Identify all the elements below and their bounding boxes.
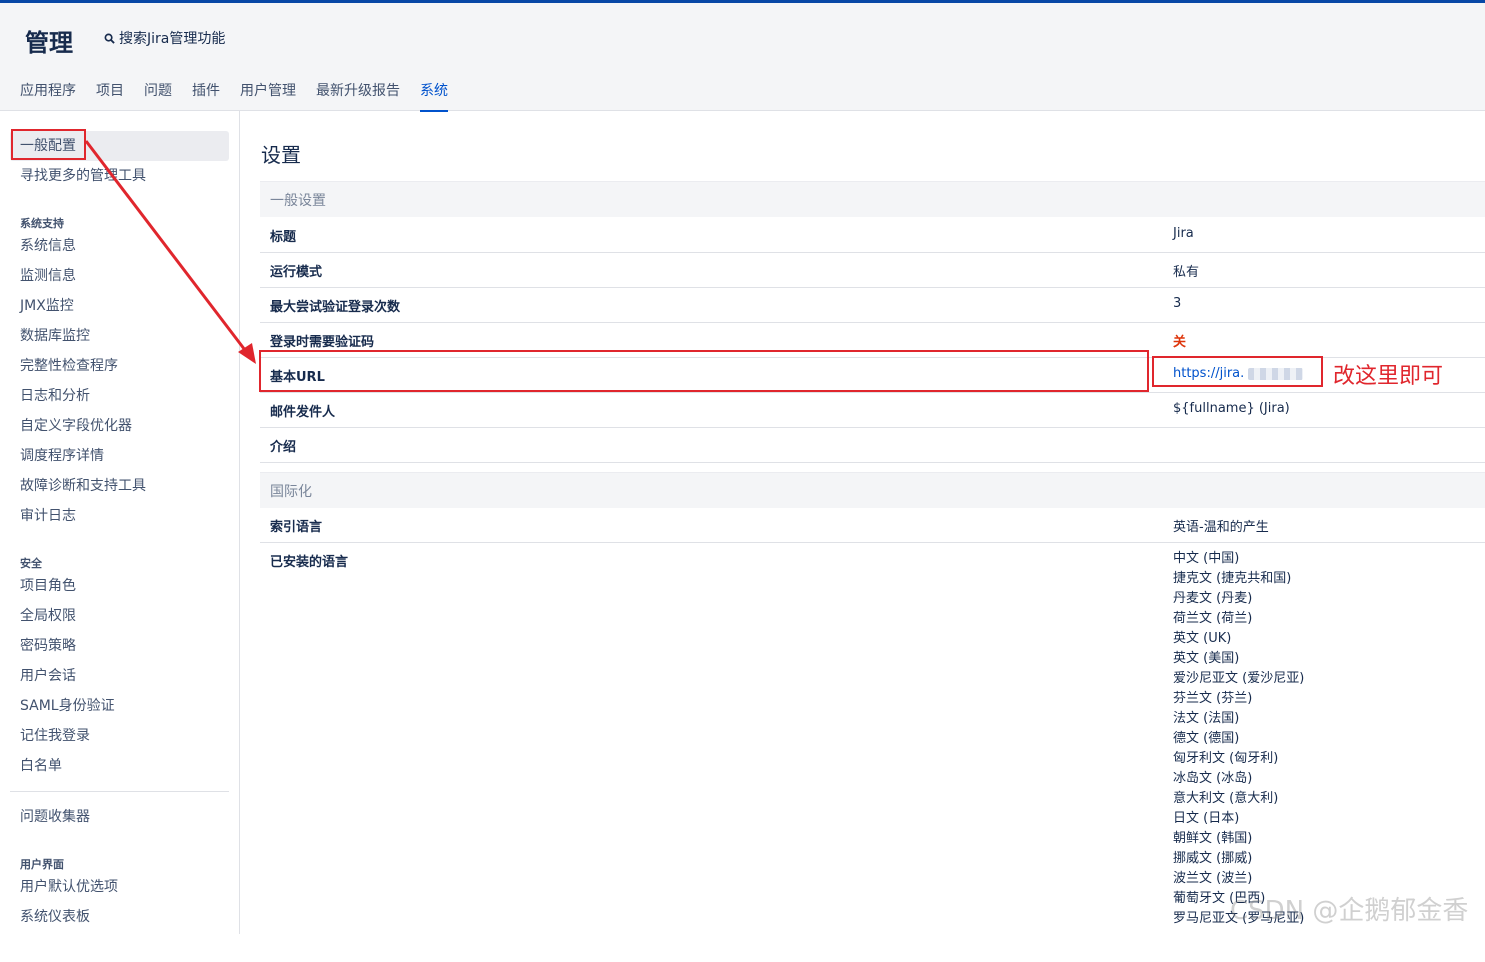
installed-language-list: 中文 (中国) 捷克文 (捷克共和国) 丹麦文 (丹麦) 荷兰文 (荷兰) 英文… [1173,549,1304,929]
row-key: 运行模式 [270,265,323,280]
admin-header: 管理 搜索Jira管理功能 应用程序 项目 问题 插件 用户管理 最新升级报告 … [0,3,1485,112]
page-header-title: 管理 [25,29,73,57]
sidebar-item-find-more-tools[interactable]: 寻找更多的管理工具 [20,167,146,185]
language-item: 爱沙尼亚文 (爱沙尼亚) [1173,671,1305,686]
row-key: 索引语言 [270,520,323,535]
tab-system[interactable]: 系统 [420,82,448,112]
page-title: 设置 [261,143,301,167]
sidebar-item-audit-log[interactable]: 审计日志 [20,507,76,525]
language-item: 匈牙利文 (匈牙利) [1173,751,1279,766]
language-item: 波兰文 (波兰) [1173,871,1253,886]
tab-projects[interactable]: 项目 [96,82,124,112]
language-item: 捷克文 (捷克共和国) [1173,571,1292,586]
language-item: 挪威文 (挪威) [1173,851,1253,866]
annotation-text: 改这里即可 [1333,364,1444,389]
sidebar-heading-user-interface: 用户界面 [20,858,64,871]
language-item: 冰岛文 (冰岛) [1173,771,1253,786]
language-item: 德文 (德国) [1173,731,1240,746]
row-key: 登录时需要验证码 [270,335,375,350]
row-value: 英语-温和的产生 [1173,520,1269,535]
settings-row-mail-from: 邮件发件人 ${fullname} (Jira) [260,392,1485,428]
row-key: 标题 [270,230,297,245]
row-value: Jira [1173,226,1194,241]
section-heading: 一般设置 [270,193,326,209]
sidebar-item-db-monitoring[interactable]: 数据库监控 [20,327,90,345]
sidebar-item-troubleshooting[interactable]: 故障诊断和支持工具 [20,477,146,495]
sidebar-item-system-info[interactable]: 系统信息 [20,237,76,255]
sidebar-item-project-roles[interactable]: 项目角色 [20,577,76,595]
row-key: 介绍 [270,440,297,455]
row-key: 最大尝试验证登录次数 [270,300,401,315]
language-item: 丹麦文 (丹麦) [1173,591,1253,606]
tab-issues[interactable]: 问题 [144,82,172,112]
search-icon [104,33,115,44]
row-key: 邮件发件人 [270,405,336,420]
row-value: ${fullname} (Jira) [1173,401,1290,416]
tab-applications[interactable]: 应用程序 [20,82,76,112]
sidebar-item-password-policy[interactable]: 密码策略 [20,637,76,655]
row-value: 3 [1173,296,1182,311]
sidebar-item-user-sessions[interactable]: 用户会话 [20,667,76,685]
sidebar-item-allowlist[interactable]: 白名单 [20,757,62,775]
language-item: 芬兰文 (芬兰) [1173,691,1253,706]
sidebar-item-user-defaults[interactable]: 用户默认优选项 [20,878,118,896]
row-key: 已安装的语言 [270,555,349,570]
settings-row-introduction: 介绍 [260,427,1485,463]
settings-row-max-login-attempts: 最大尝试验证登录次数 3 [260,287,1485,323]
admin-search[interactable]: 搜索Jira管理功能 [104,28,225,48]
language-item: 英文 (UK) [1173,631,1232,646]
row-value: 关 [1173,335,1187,350]
tab-upgrade-report[interactable]: 最新升级报告 [316,82,400,112]
language-item: 意大利文 (意大利) [1173,791,1279,806]
sidebar-item-monitoring[interactable]: 监测信息 [20,267,76,285]
settings-row-mode: 运行模式 私有 [260,252,1485,288]
admin-sidebar: 一般配置 寻找更多的管理工具 系统支持 系统信息 监测信息 JMX监控 数据库监… [0,111,240,934]
settings-row-title: 标题 Jira [260,217,1485,253]
language-item: 日文 (日本) [1173,811,1240,826]
tab-user-management[interactable]: 用户管理 [240,82,296,112]
annotation-box-general-config [11,129,86,160]
section-heading: 国际化 [270,484,312,500]
tab-plugins[interactable]: 插件 [192,82,220,112]
language-item: 荷兰文 (荷兰) [1173,611,1253,626]
sidebar-item-integrity-checker[interactable]: 完整性检查程序 [20,357,118,375]
section-internationalization: 国际化 [260,472,1485,508]
watermark-text: CSDN @企鹅郁金香 [1230,896,1469,926]
language-item: 法文 (法国) [1173,711,1240,726]
language-item: 英文 (美国) [1173,651,1240,666]
sidebar-item-system-dashboard[interactable]: 系统仪表板 [20,908,90,926]
sidebar-heading-security: 安全 [20,557,42,570]
sidebar-item-scheduler[interactable]: 调度程序详情 [20,447,104,465]
sidebar-heading-system-support: 系统支持 [20,217,64,230]
admin-tabs: 应用程序 项目 问题 插件 用户管理 最新升级报告 系统 [20,82,468,112]
annotation-box-base-url-value [1152,356,1323,387]
sidebar-item-jmx[interactable]: JMX监控 [20,297,74,315]
language-item: 朝鲜文 (韩国) [1173,831,1253,846]
sidebar-divider [10,791,229,792]
section-general-settings: 一般设置 [260,181,1485,217]
sidebar-item-saml[interactable]: SAML身份验证 [20,697,115,715]
sidebar-item-global-permissions[interactable]: 全局权限 [20,607,76,625]
language-item: 中文 (中国) [1173,551,1240,566]
settings-row-index-language: 索引语言 英语-温和的产生 [260,507,1485,543]
annotation-box-base-url-row [259,350,1149,392]
search-label: 搜索Jira管理功能 [119,31,226,47]
sidebar-item-logging[interactable]: 日志和分析 [20,387,90,405]
sidebar-item-issue-collectors[interactable]: 问题收集器 [20,808,90,826]
sidebar-item-field-optimizer[interactable]: 自定义字段优化器 [20,417,132,435]
sidebar-item-remember-me[interactable]: 记住我登录 [20,727,90,745]
row-value: 私有 [1173,265,1200,280]
